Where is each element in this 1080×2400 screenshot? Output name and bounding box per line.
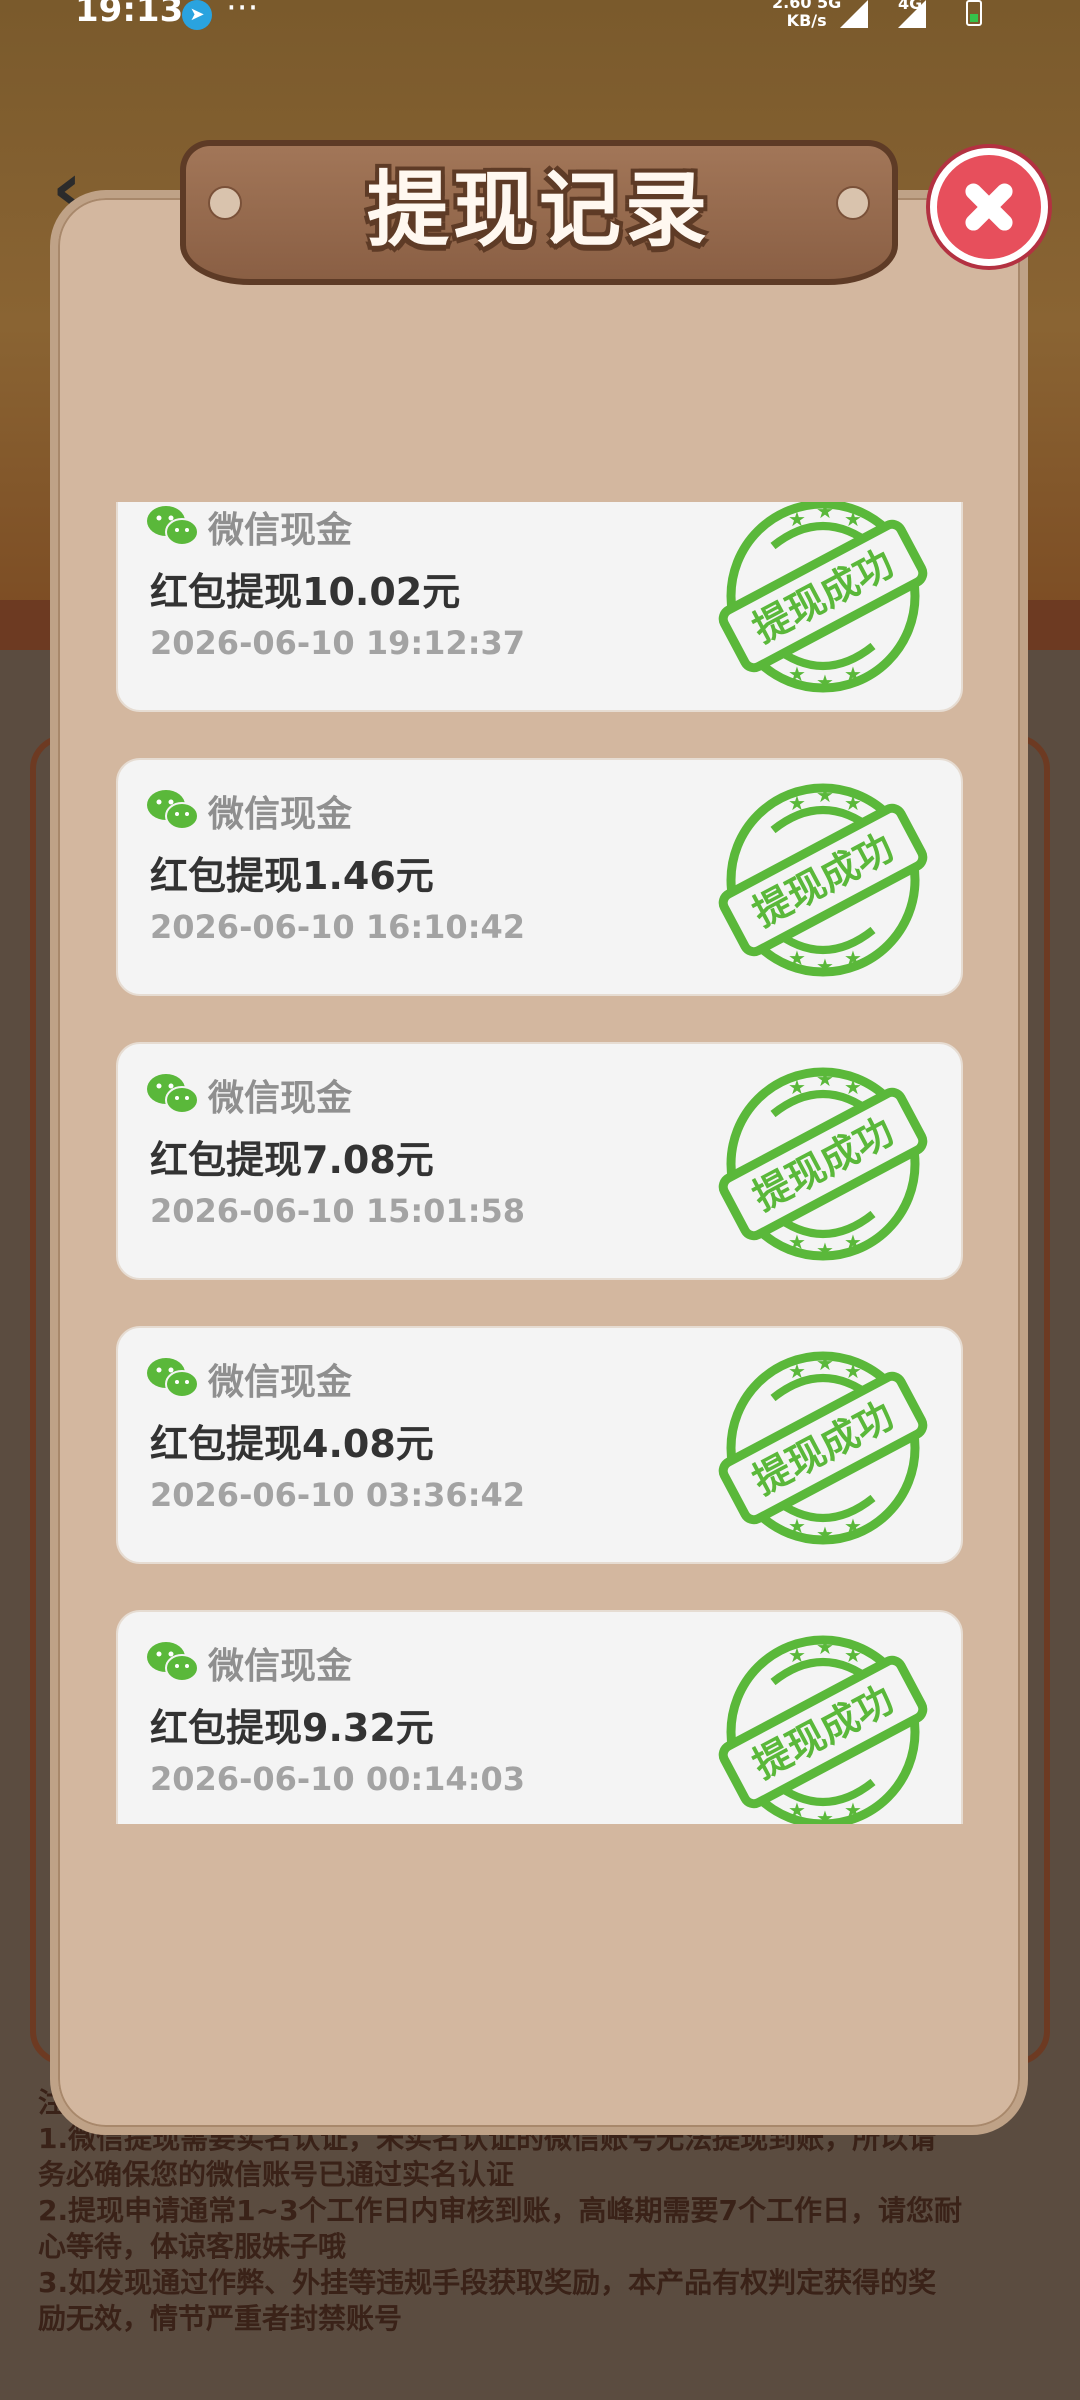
amount-label: 红包提现7.08元: [150, 1138, 434, 1182]
source-label: 微信现金: [208, 510, 353, 551]
note-line: 心等待，体谅客服妹子哦: [38, 2230, 347, 2263]
svg-text:★: ★: [788, 662, 806, 686]
amount-label: 红包提现9.32元: [150, 1706, 434, 1750]
record-list[interactable]: 微信现金 红包提现10.02元 2026-06-10 19:12:37 ★ ★ …: [116, 502, 963, 1824]
svg-text:★: ★: [844, 1230, 862, 1254]
svg-text:★: ★: [788, 1514, 806, 1538]
svg-text:★: ★: [816, 783, 834, 807]
note-line: 3.如发现通过作弊、外挂等违规手段获取奖励，本产品有权判定获得的奖: [38, 2266, 937, 2299]
source-label: 微信现金: [208, 1646, 353, 1687]
status-time: 19:13: [75, 0, 184, 30]
record-card: 微信现金 红包提现10.02元 2026-06-10 19:12:37 ★ ★ …: [116, 502, 963, 712]
amount-label: 红包提现10.02元: [150, 570, 461, 614]
note-line: 务必确保您的微信账号已通过实名认证: [38, 2158, 515, 2191]
record-card: 微信现金 红包提现4.08元 2026-06-10 03:36:42 ★ ★ ★…: [116, 1326, 963, 1564]
wechat-icon: [147, 1074, 199, 1114]
svg-text:★: ★: [816, 1635, 834, 1659]
signal-icon: [898, 0, 926, 28]
note-line: 2.提现申请通常1~3个工作日内审核到账，高峰期需要7个工作日，请您耐: [38, 2194, 963, 2227]
battery-icon: [966, 0, 982, 26]
svg-text:★: ★: [816, 1067, 834, 1091]
status-bar: 19:13 ➤ ··· 2.60 5G KB/s 4G: [0, 0, 1080, 36]
record-card: 微信现金 红包提现7.08元 2026-06-10 15:01:58 ★ ★ ★…: [116, 1042, 963, 1280]
svg-text:★: ★: [788, 507, 806, 531]
svg-text:★: ★: [844, 1075, 862, 1099]
wechat-icon: [147, 790, 199, 830]
success-stamp-icon: ★ ★ ★ ★ ★ ★ 提现成功: [718, 1635, 928, 1824]
wechat-icon: [147, 506, 199, 546]
svg-text:★: ★: [788, 946, 806, 970]
svg-text:★: ★: [788, 791, 806, 815]
svg-text:★: ★: [816, 1351, 834, 1375]
svg-text:★: ★: [816, 1238, 834, 1262]
success-stamp-icon: ★ ★ ★ ★ ★ ★ 提现成功: [718, 502, 928, 694]
network-speed-unit: KB/s: [786, 11, 827, 30]
note-line: 励无效，情节严重者封禁账号: [38, 2302, 403, 2335]
record-card: 微信现金 红包提现1.46元 2026-06-10 16:10:42 ★ ★ ★…: [116, 758, 963, 996]
svg-text:★: ★: [844, 1514, 862, 1538]
svg-text:★: ★: [816, 1806, 834, 1824]
svg-text:★: ★: [788, 1075, 806, 1099]
svg-text:★: ★: [844, 1359, 862, 1383]
svg-text:★: ★: [788, 1798, 806, 1822]
svg-text:★: ★: [844, 507, 862, 531]
svg-text:★: ★: [816, 1522, 834, 1546]
close-button[interactable]: [930, 148, 1048, 266]
svg-text:★: ★: [844, 1643, 862, 1667]
modal-title-plate: 提现记录: [180, 140, 898, 285]
svg-text:★: ★: [788, 1643, 806, 1667]
svg-text:★: ★: [816, 954, 834, 978]
wechat-icon: [147, 1642, 199, 1682]
modal-title: 提现记录: [366, 163, 711, 258]
success-stamp-icon: ★ ★ ★ ★ ★ ★ 提现成功: [718, 783, 928, 978]
timestamp-label: 2026-06-10 03:36:42: [150, 1476, 526, 1514]
svg-text:★: ★: [788, 1230, 806, 1254]
source-label: 微信现金: [208, 1078, 353, 1119]
success-stamp-icon: ★ ★ ★ ★ ★ ★ 提现成功: [718, 1067, 928, 1262]
svg-text:★: ★: [816, 502, 834, 523]
amount-label: 红包提现4.08元: [150, 1422, 434, 1466]
record-card: 微信现金 红包提现9.32元 2026-06-10 00:14:03 ★ ★ ★…: [116, 1610, 963, 1824]
svg-text:★: ★: [844, 662, 862, 686]
timestamp-label: 2026-06-10 16:10:42: [150, 908, 526, 946]
telegram-icon: ➤: [182, 0, 212, 30]
signal-icon: [840, 0, 868, 28]
amount-label: 红包提现1.46元: [150, 854, 434, 898]
wechat-icon: [147, 1358, 199, 1398]
svg-text:★: ★: [788, 1359, 806, 1383]
timestamp-label: 2026-06-10 00:14:03: [150, 1760, 526, 1798]
svg-text:★: ★: [844, 791, 862, 815]
source-label: 微信现金: [208, 794, 353, 835]
svg-text:★: ★: [844, 946, 862, 970]
svg-text:★: ★: [844, 1798, 862, 1822]
more-notifications-icon: ···: [226, 0, 259, 28]
source-label: 微信现金: [208, 1362, 353, 1403]
timestamp-label: 2026-06-10 19:12:37: [150, 624, 526, 662]
svg-text:★: ★: [816, 670, 834, 694]
success-stamp-icon: ★ ★ ★ ★ ★ ★ 提现成功: [718, 1351, 928, 1546]
timestamp-label: 2026-06-10 15:01:58: [150, 1192, 526, 1230]
network-speed: 2.60 5G KB/s: [772, 0, 841, 30]
